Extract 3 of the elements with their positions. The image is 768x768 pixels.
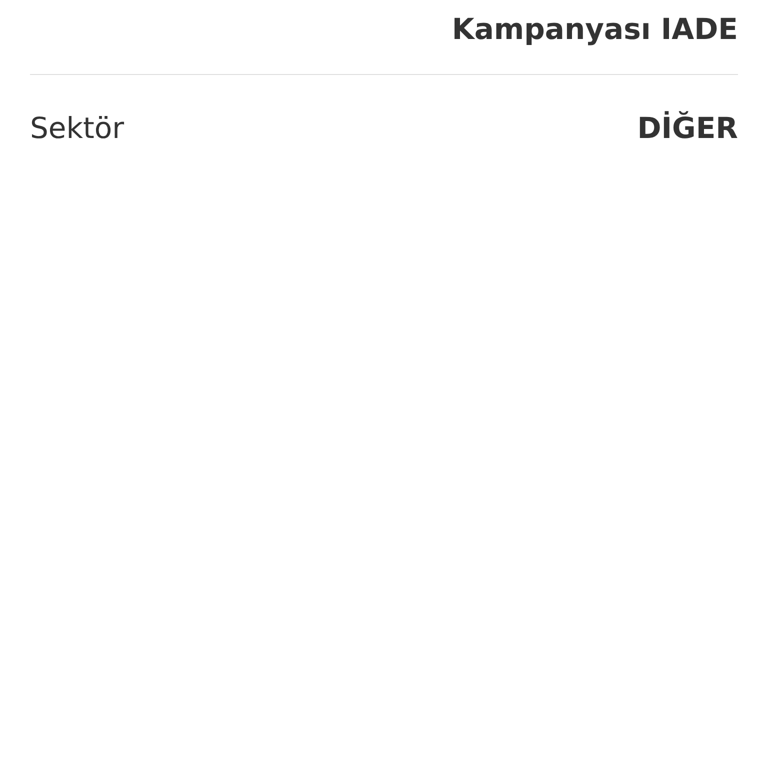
row-value: Kampanyası IADE [452,12,738,46]
row-label: Sektör [30,111,124,145]
row-value: DİĞER [637,111,738,145]
